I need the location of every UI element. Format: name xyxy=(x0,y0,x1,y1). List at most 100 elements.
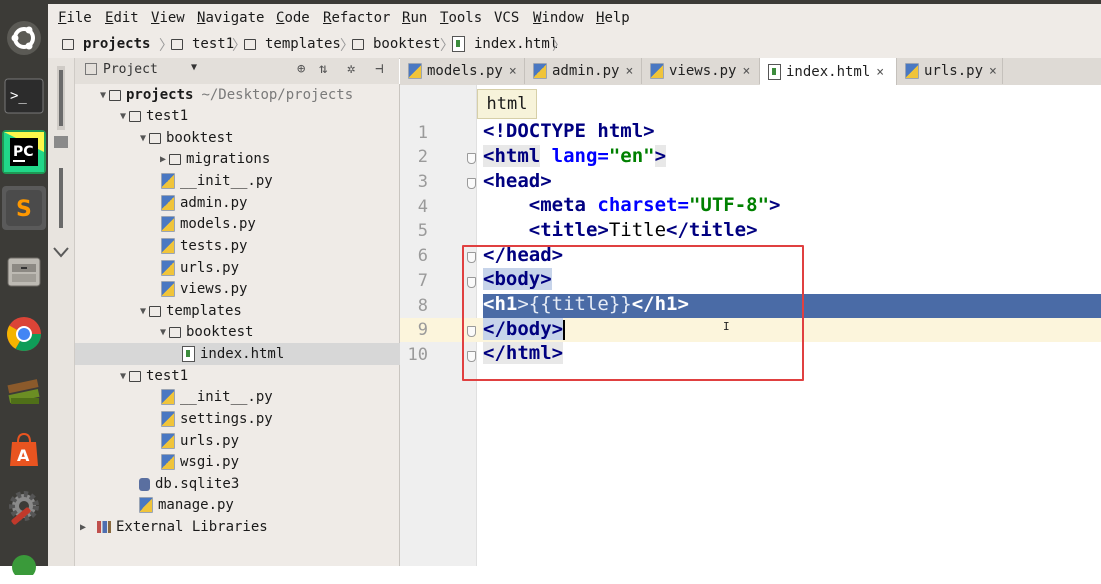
sublime-text-icon[interactable]: S xyxy=(2,186,46,230)
tree-item-label: test1 xyxy=(146,108,189,124)
tree-item-booktest[interactable]: ▼ booktest xyxy=(75,127,441,149)
expand-arrow-icon[interactable]: ▼ xyxy=(117,371,129,382)
tree-item-label: test1 xyxy=(146,368,189,384)
tree-item-templates[interactable]: ▼ templates xyxy=(75,300,441,322)
folder-icon xyxy=(62,38,74,50)
line-number: 4 xyxy=(417,197,428,217)
expand-arrow-icon[interactable]: ▼ xyxy=(97,90,109,101)
expand-arrow-icon[interactable]: ▼ xyxy=(137,306,149,317)
python-file-icon xyxy=(161,281,175,297)
folder-icon xyxy=(149,305,161,317)
close-icon[interactable]: × xyxy=(625,64,633,79)
close-icon[interactable]: × xyxy=(742,64,750,79)
expand-arrow-icon[interactable]: ▼ xyxy=(157,327,169,338)
project-view-selector[interactable]: Project xyxy=(103,62,158,77)
tab-admin[interactable]: admin.py × xyxy=(525,58,642,84)
gear-icon[interactable]: ✲ xyxy=(347,61,355,77)
software-center-icon[interactable]: A xyxy=(2,428,46,472)
tab-models[interactable]: models.py × xyxy=(400,58,525,84)
tab-label: admin.py xyxy=(552,63,620,79)
pycharm-icon[interactable]: PC xyxy=(2,130,46,174)
tree-item-external-libraries[interactable]: ▶ External Libraries xyxy=(75,516,401,538)
folder-icon xyxy=(109,89,121,101)
expand-arrow-icon[interactable]: ▼ xyxy=(137,133,149,144)
tree-item-label: templates xyxy=(166,303,242,319)
menu-navigate[interactable]: Navigate xyxy=(197,10,264,26)
tab-views[interactable]: views.py × xyxy=(642,58,760,84)
fold-marker-icon[interactable] xyxy=(467,153,476,164)
menu-vcs[interactable]: VCS xyxy=(494,10,519,26)
code-line-2: <html lang="en"> xyxy=(483,145,667,167)
line-number: 8 xyxy=(417,296,428,316)
folder-icon xyxy=(149,132,161,144)
books-icon[interactable] xyxy=(2,368,46,412)
library-icon xyxy=(97,521,111,533)
breadcrumb-item-projects[interactable]: projects xyxy=(62,36,150,52)
html-file-icon xyxy=(452,36,465,52)
sync-icon[interactable]: ⊕ xyxy=(297,61,305,77)
tool-window-buttons-icon[interactable] xyxy=(48,58,74,258)
expand-arrow-icon[interactable]: ▼ xyxy=(117,111,129,122)
tab-urls[interactable]: urls.py × xyxy=(897,58,1003,84)
close-icon[interactable]: × xyxy=(509,64,517,79)
code-line-3: <head> xyxy=(483,170,552,192)
project-path: ~/Desktop/projects xyxy=(201,87,354,103)
tree-item-label: db.sqlite3 xyxy=(155,476,240,492)
chevron-down-icon[interactable]: ▼ xyxy=(191,62,197,73)
line-number: 6 xyxy=(417,246,428,266)
tree-item-label: settings.py xyxy=(180,411,273,427)
python-file-icon xyxy=(650,63,664,79)
menu-refactor[interactable]: Refactor xyxy=(323,10,390,26)
expand-arrow-icon[interactable]: ▶ xyxy=(77,522,89,533)
line-number: 9 xyxy=(417,320,428,340)
breadcrumb-item-templates[interactable]: templates xyxy=(244,36,341,52)
menu-view[interactable]: View xyxy=(151,10,185,26)
python-file-icon xyxy=(161,411,175,427)
line-number: 2 xyxy=(417,147,428,167)
tree-item-projects[interactable]: ▼ projects ~/Desktop/projects xyxy=(75,84,421,106)
close-icon[interactable]: × xyxy=(876,65,884,80)
html-file-icon xyxy=(182,346,195,362)
project-panel-header: Project ▼ ⊕ ⇅ ✲ ⊣ xyxy=(75,58,399,85)
system-settings-icon[interactable] xyxy=(2,484,46,528)
tab-index-html[interactable]: index.html × xyxy=(760,58,897,86)
tree-item-test1[interactable]: ▼ test1 xyxy=(75,105,441,127)
menu-tools[interactable]: Tools xyxy=(440,10,482,26)
hide-panel-icon[interactable]: ⊣ xyxy=(375,61,383,77)
menu-code[interactable]: Code xyxy=(276,10,310,26)
svg-text:>_: >_ xyxy=(10,88,27,104)
code-line-4: <meta charset="UTF-8"> xyxy=(528,194,781,216)
menu-bar: File Edit View Navigate Code Refactor Ru… xyxy=(48,4,1101,33)
tree-item-label: urls.py xyxy=(180,433,240,449)
tag-breadcrumb-tooltip: html xyxy=(477,89,537,119)
file-manager-icon[interactable] xyxy=(2,250,46,294)
terminal-icon[interactable]: >_ xyxy=(2,74,46,118)
svg-text:A: A xyxy=(17,446,30,465)
collapse-icon[interactable]: ⇅ xyxy=(319,61,327,77)
svg-text:PC: PC xyxy=(13,144,34,160)
menu-run[interactable]: Run xyxy=(402,10,427,26)
python-file-icon xyxy=(905,63,919,79)
folder-icon xyxy=(171,38,183,50)
expand-arrow-icon[interactable]: ▶ xyxy=(157,154,169,165)
fold-marker-icon[interactable] xyxy=(467,178,476,189)
annotation-highlight-box xyxy=(462,245,804,381)
tab-label: views.py xyxy=(669,63,737,79)
python-file-icon xyxy=(161,433,175,449)
menu-file[interactable]: File xyxy=(58,10,92,26)
line-number: 1 xyxy=(417,123,428,143)
python-file-icon xyxy=(161,173,175,189)
project-view-icon xyxy=(85,63,97,75)
breadcrumb-item-test1[interactable]: test1 xyxy=(171,36,234,52)
tree-item-label: wsgi.py xyxy=(180,454,240,470)
ubuntu-logo-icon[interactable] xyxy=(2,16,46,60)
tree-item-test1-package[interactable]: ▼ test1 xyxy=(75,365,441,387)
menu-edit[interactable]: Edit xyxy=(105,10,139,26)
close-icon[interactable]: × xyxy=(989,64,997,79)
more-icon[interactable] xyxy=(2,540,46,584)
breadcrumb-item-index-html[interactable]: index.html xyxy=(452,36,558,52)
menu-window[interactable]: Window xyxy=(533,10,584,26)
menu-help[interactable]: Help xyxy=(596,10,630,26)
chrome-icon[interactable] xyxy=(2,312,46,356)
breadcrumb-item-booktest[interactable]: booktest xyxy=(352,36,440,52)
